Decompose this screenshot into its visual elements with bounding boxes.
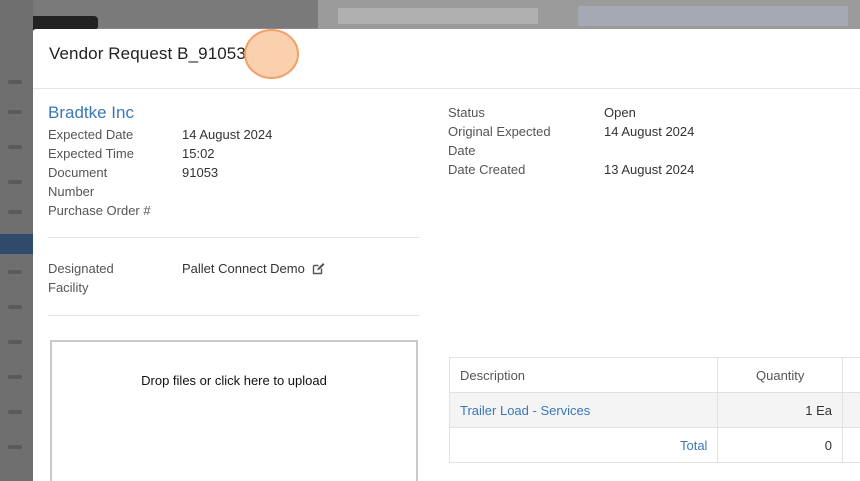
field-label: Original Expected [448, 124, 551, 139]
field-label: Number [48, 184, 95, 199]
column-header-quantity[interactable]: Quantity [717, 357, 843, 393]
facility-label: Designated Facility [48, 259, 182, 297]
field-value: 15:02 [182, 146, 215, 161]
field-row: Expected Time 15:02 [48, 144, 420, 163]
field-label: Date [448, 143, 476, 158]
line-description-cell: Trailer Load - Services [448, 392, 719, 428]
field-label: Expected Date [48, 127, 134, 142]
field-row: Document 91053 [48, 163, 420, 182]
field-row: Purchase Order # [48, 201, 420, 220]
field-row: Date Created 13 August 2024 [448, 160, 848, 179]
field-value: 14 August 2024 [182, 127, 273, 142]
facility-label-line1: Designated [48, 261, 114, 276]
file-upload-dropzone[interactable]: Drop files or click here to upload [50, 340, 418, 481]
field-row: Date [448, 141, 848, 160]
table-total-row: Total 0 [448, 427, 860, 463]
section-divider [48, 315, 420, 316]
field-label: Date Created [448, 162, 526, 177]
vendor-company-link[interactable]: Bradtke Inc [48, 103, 420, 123]
background-header [318, 0, 860, 32]
background-sidebar-icon [8, 270, 22, 274]
line-items-table: Description Quantity Trailer Load - Serv… [448, 357, 860, 463]
background-search [338, 8, 538, 24]
field-row: Expected Date 14 August 2024 [48, 125, 420, 144]
total-value: 0 [717, 427, 843, 463]
facility-section: Designated Facility Pallet Connect Demo [48, 259, 420, 316]
facility-label-line2: Facility [48, 280, 89, 295]
background-sidebar-icon [8, 80, 22, 84]
facility-value-group: Pallet Connect Demo [182, 259, 325, 297]
field-value: 91053 [182, 165, 219, 180]
upload-prompt: Drop files or click here to upload [141, 373, 327, 388]
field-value: 14 August 2024 [604, 124, 695, 139]
background-sidebar-icon [8, 445, 22, 449]
table-header-row: Description Quantity [448, 357, 860, 393]
table-row: Trailer Load - Services 1 Ea [448, 392, 860, 428]
column-header-description[interactable]: Description [448, 357, 719, 393]
field-row: Original Expected 14 August 2024 [448, 122, 848, 141]
background-sidebar-icon [8, 340, 22, 344]
modal-title: Vendor Request B_91053 [49, 44, 246, 63]
background-sidebar-icon [8, 145, 22, 149]
background-sidebar-icon [8, 210, 22, 214]
line-description-link[interactable]: Trailer Load - Services [460, 403, 590, 418]
field-row: Status Open [448, 103, 848, 122]
background-sidebar-icon [8, 110, 22, 114]
background-logo [22, 16, 98, 30]
field-label: Purchase Order # [48, 203, 151, 218]
column-header-extra [841, 357, 860, 393]
total-label: Total [448, 427, 719, 463]
background-sidebar [0, 0, 33, 481]
modal-header: Vendor Request B_91053 [33, 29, 860, 89]
field-row: Number [48, 182, 420, 201]
facility-value: Pallet Connect Demo [182, 261, 305, 276]
status-details: Status Open Original Expected 14 August … [448, 103, 848, 179]
vendor-request-modal: Vendor Request B_91053 Bradtke Inc Expec… [33, 29, 860, 481]
field-value: Open [604, 105, 636, 120]
line-quantity-cell: 1 Ea [717, 392, 843, 428]
background-sidebar-icon [8, 410, 22, 414]
background-sidebar-icon [8, 180, 22, 184]
line-extra-cell [841, 392, 860, 428]
section-divider [48, 237, 420, 238]
vendor-details: Bradtke Inc Expected Date 14 August 2024… [48, 103, 420, 238]
facility-row: Designated Facility Pallet Connect Demo [48, 259, 420, 297]
field-label: Status [448, 105, 485, 120]
field-label: Expected Time [48, 146, 134, 161]
field-value: 13 August 2024 [604, 162, 695, 177]
background-sidebar-icon [8, 375, 22, 379]
field-label: Document [48, 165, 108, 180]
total-extra-cell [841, 427, 860, 463]
edit-icon[interactable] [312, 261, 325, 280]
background-sidebar-active [0, 234, 33, 254]
background-title [578, 6, 848, 26]
background-sidebar-icon [8, 305, 22, 309]
cursor-highlight [244, 29, 299, 79]
